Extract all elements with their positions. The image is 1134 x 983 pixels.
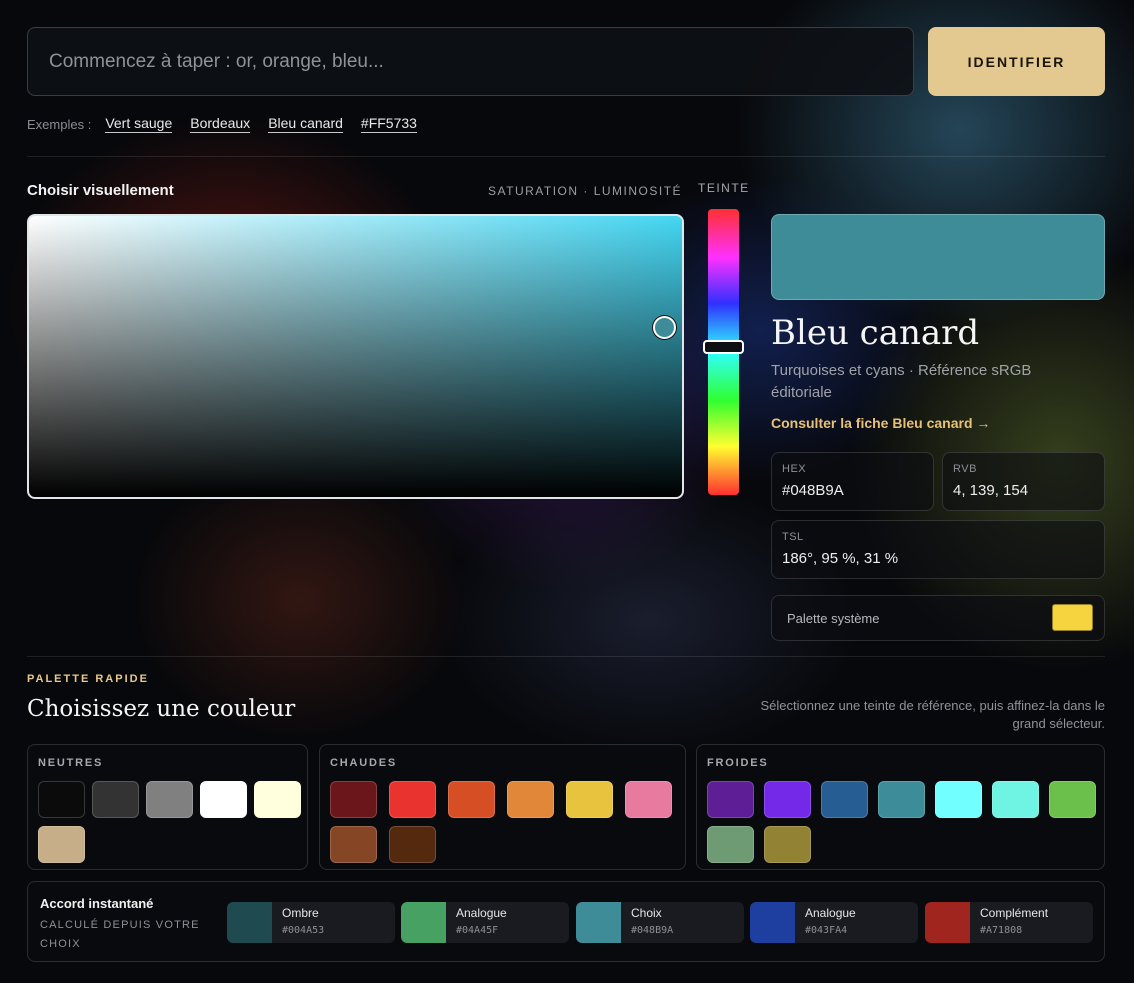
palette-kicker: PALETTE RAPIDE <box>27 673 149 685</box>
harmony-name: Complément <box>980 906 1049 920</box>
color-sheet-link[interactable]: Consulter la fiche Bleu canard → <box>771 415 990 431</box>
harmony-card[interactable]: Analogue #043FA4 <box>750 902 918 943</box>
palette-swatch[interactable] <box>878 781 925 818</box>
palette-swatch[interactable] <box>389 781 436 818</box>
system-palette-swatch[interactable] <box>1052 604 1093 631</box>
palette-swatch[interactable] <box>566 781 613 818</box>
harmony-card[interactable]: Choix #048B9A <box>576 902 744 943</box>
example-link-ff5733[interactable]: #FF5733 <box>360 115 417 133</box>
example-link-bleu-canard[interactable]: Bleu canard <box>268 115 343 133</box>
harmony-subtitle: CALCULÉ DEPUIS VOTRE CHOIX <box>40 919 200 950</box>
harmony-swatch <box>925 902 970 943</box>
group-label: CHAUDES <box>330 757 397 769</box>
palette-swatch[interactable] <box>389 826 436 863</box>
hex-label: HEX <box>782 463 807 475</box>
divider <box>27 156 1105 157</box>
harmony-swatch <box>401 902 446 943</box>
palette-swatch[interactable] <box>330 781 377 818</box>
rgb-value-box[interactable]: RVB 4, 139, 154 <box>942 452 1105 511</box>
identify-button[interactable]: IDENTIFIER <box>928 27 1105 96</box>
palette-swatch[interactable] <box>507 781 554 818</box>
palette-swatch[interactable] <box>707 826 754 863</box>
harmony-swatch <box>227 902 272 943</box>
harmony-name: Analogue <box>805 906 856 920</box>
harmony-panel: Accord instantané CALCULÉ DEPUIS VOTRE C… <box>27 881 1105 962</box>
color-subtitle: Turquoises et cyans · Référence sRGB édi… <box>771 362 1032 401</box>
palette-swatch[interactable] <box>200 781 247 818</box>
harmony-title: Accord instantané <box>40 896 154 911</box>
harmony-card[interactable]: Ombre #004A53 <box>227 902 395 943</box>
search-input[interactable]: Commencez à taper : or, orange, bleu... <box>27 27 914 96</box>
palette-swatch[interactable] <box>1049 781 1096 818</box>
harmony-hex: #04A45F <box>456 925 499 936</box>
hsl-label: TSL <box>782 531 804 543</box>
palette-swatch[interactable] <box>821 781 868 818</box>
hex-value-box[interactable]: HEX #048B9A <box>771 452 934 511</box>
group-label: FROIDES <box>707 757 769 769</box>
harmony-card[interactable]: Analogue #04A45F <box>401 902 569 943</box>
palette-swatch[interactable] <box>330 826 377 863</box>
hsl-value-box[interactable]: TSL 186°, 95 %, 31 % <box>771 520 1105 579</box>
harmony-swatch <box>576 902 621 943</box>
picker-title: Choisir visuellement <box>27 182 174 199</box>
palette-swatch[interactable] <box>448 781 495 818</box>
palette-group-neutres: NEUTRES <box>27 744 308 870</box>
harmony-name: Ombre <box>282 906 319 920</box>
harmony-hex: #048B9A <box>631 925 674 936</box>
rgb-label: RVB <box>953 463 977 475</box>
divider <box>27 656 1105 657</box>
saturation-luminosity-field[interactable] <box>27 214 684 499</box>
hsl-value: 186°, 95 %, 31 % <box>782 550 899 567</box>
palette-swatch[interactable] <box>707 781 754 818</box>
harmony-hex: #A71808 <box>980 925 1023 936</box>
palette-swatch[interactable] <box>38 826 85 863</box>
palette-swatch[interactable] <box>146 781 193 818</box>
examples-label: Exemples : <box>27 116 92 132</box>
color-preview <box>771 214 1105 300</box>
palette-group-froides: FROIDES <box>696 744 1105 870</box>
harmony-swatch <box>750 902 795 943</box>
examples-row: Exemples : Vert sauge Bordeaux Bleu cana… <box>27 115 417 133</box>
example-link-vert-sauge[interactable]: Vert sauge <box>105 115 173 133</box>
palette-swatch[interactable] <box>38 781 85 818</box>
hue-handle[interactable] <box>703 340 744 354</box>
group-label: NEUTRES <box>38 757 104 769</box>
harmony-card[interactable]: Complément #A71808 <box>925 902 1093 943</box>
search-placeholder: Commencez à taper : or, orange, bleu... <box>49 50 384 72</box>
harmony-hex: #043FA4 <box>805 925 848 936</box>
example-link-bordeaux[interactable]: Bordeaux <box>190 115 251 133</box>
hue-caption: TEINTE <box>698 181 750 195</box>
palette-group-chaudes: CHAUDES <box>319 744 686 870</box>
palette-swatch[interactable] <box>254 781 301 818</box>
color-name: Bleu canard <box>771 313 980 353</box>
palette-swatch[interactable] <box>92 781 139 818</box>
hex-value: #048B9A <box>782 482 844 499</box>
palette-swatch[interactable] <box>935 781 982 818</box>
harmony-name: Choix <box>631 906 662 920</box>
palette-help: Sélectionnez une teinte de référence, pu… <box>760 698 1106 731</box>
rgb-value: 4, 139, 154 <box>953 482 1029 499</box>
sv-handle[interactable] <box>653 316 676 339</box>
palette-swatch[interactable] <box>764 826 811 863</box>
sv-caption: SATURATION · LUMINOSITÉ <box>488 184 683 198</box>
palette-title: Choisissez une couleur <box>27 696 296 722</box>
palette-swatch[interactable] <box>992 781 1039 818</box>
system-palette-label: Palette système <box>787 610 880 626</box>
palette-swatch[interactable] <box>625 781 672 818</box>
harmony-hex: #004A53 <box>282 925 325 936</box>
palette-swatch[interactable] <box>764 781 811 818</box>
harmony-name: Analogue <box>456 906 507 920</box>
